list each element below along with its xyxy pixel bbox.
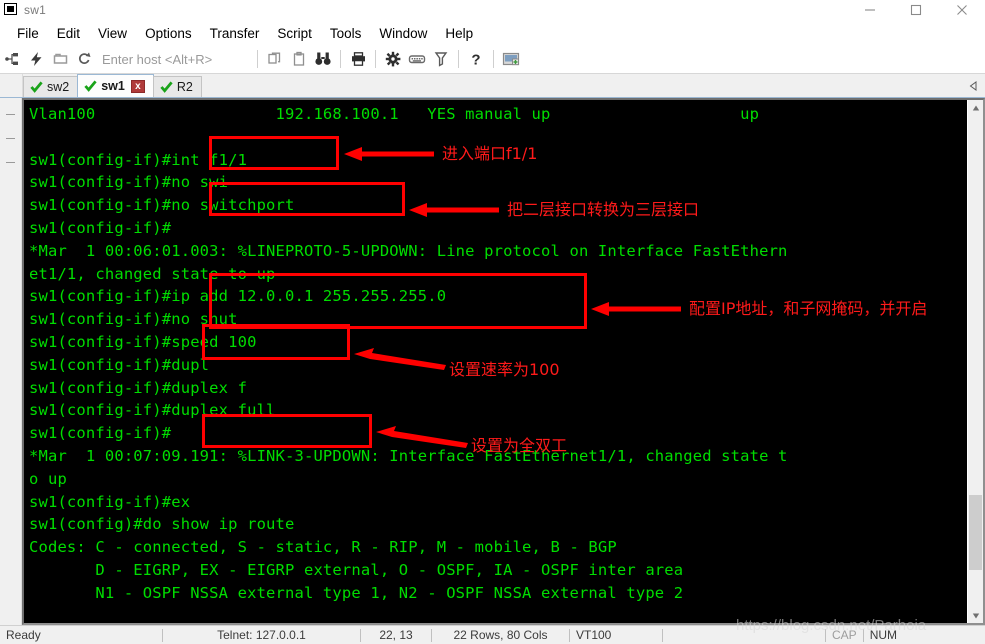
tab-label: sw2 xyxy=(47,80,70,94)
terminal-line: sw1(config-if)#int f1/1 xyxy=(29,150,248,169)
paste-icon[interactable] xyxy=(287,47,311,71)
terminal-line: sw1(config-if)#duplex full xyxy=(29,401,276,420)
tab-label: sw1 xyxy=(101,79,125,93)
maximize-button[interactable] xyxy=(893,0,939,20)
toolbar-divider-5 xyxy=(493,50,494,68)
host-input[interactable]: Enter host <Alt+R> xyxy=(96,52,252,67)
keymap-editor-icon[interactable] xyxy=(405,47,429,71)
triangle-up-icon xyxy=(972,105,979,110)
tab-strip-left-gutter xyxy=(0,74,23,97)
tab-label: R2 xyxy=(176,80,193,94)
terminal-line: o up xyxy=(29,469,67,488)
tab-strip: sw2 sw1 x R2 xyxy=(0,74,985,98)
connect-icon[interactable] xyxy=(0,47,24,71)
tab-sw2[interactable]: sw2 xyxy=(23,76,79,97)
reconnect-icon[interactable] xyxy=(72,47,96,71)
terminal-line: D - EIGRP, EX - EIGRP external, O - OSPF… xyxy=(29,560,684,579)
terminal-line: et1/1, changed state to up xyxy=(29,264,276,283)
terminal-line: sw1(config-if)#ex xyxy=(29,492,191,511)
terminal-line: Vlan100 192.168.100.1 YES manual up up xyxy=(29,105,760,123)
toolbar-divider-4 xyxy=(458,50,459,68)
toolbar-divider-1 xyxy=(257,50,258,68)
scrollbar-thumb[interactable] xyxy=(969,495,982,570)
menu-view[interactable]: View xyxy=(89,24,136,43)
toolbar-divider-2 xyxy=(340,50,341,68)
toolbar: Enter host <Alt+R> ? xyxy=(0,45,985,74)
connected-check-icon xyxy=(30,81,43,93)
terminal-line: Codes: C - connected, S - static, R - RI… xyxy=(29,538,617,557)
toolbar-divider-3 xyxy=(375,50,376,68)
body-area: Vlan100 192.168.100.1 YES manual up up sw… xyxy=(0,98,985,634)
terminal-line: sw1(config-if)#speed 100 xyxy=(29,332,257,351)
menu-edit[interactable]: Edit xyxy=(48,24,89,43)
scroll-down-button[interactable] xyxy=(968,608,983,623)
window-controls xyxy=(847,0,985,20)
terminal-line: N1 - OSPF NSSA external type 1, N2 - OSP… xyxy=(29,583,684,602)
terminal-line: *Mar 1 00:07:09.191: %LINK-3-UPDOWN: Int… xyxy=(29,446,788,465)
tab-sw1[interactable]: sw1 x xyxy=(77,74,154,97)
terminal-line: sw1(config-if)#ip add 12.0.0.1 255.255.2… xyxy=(29,287,447,306)
menu-transfer[interactable]: Transfer xyxy=(201,24,269,43)
triangle-left-icon xyxy=(969,80,977,91)
scroll-up-button[interactable] xyxy=(968,100,983,115)
menu-window[interactable]: Window xyxy=(370,24,436,43)
terminal-line: sw1(config-if)#no swi xyxy=(29,173,229,192)
terminal-vertical-scrollbar[interactable] xyxy=(967,100,983,623)
filter-icon[interactable] xyxy=(429,47,453,71)
menu-bar: File Edit View Options Transfer Script T… xyxy=(0,21,985,45)
menu-help[interactable]: Help xyxy=(436,24,482,43)
status-num-indicator: NUM xyxy=(869,628,898,642)
status-connection: Telnet: 127.0.0.1 xyxy=(217,628,306,642)
status-cursor-position: 22, 13 xyxy=(379,628,413,642)
close-button[interactable] xyxy=(939,0,985,20)
connect-in-tab-icon[interactable] xyxy=(48,47,72,71)
status-ready: Ready xyxy=(6,628,41,642)
terminal-line: sw1(config-if)#dupl xyxy=(29,355,210,374)
connected-check-icon xyxy=(160,81,173,93)
minimize-button[interactable] xyxy=(847,0,893,20)
terminal-line: sw1(config-if)#duplex f xyxy=(29,378,248,397)
help-icon[interactable]: ? xyxy=(464,47,488,71)
title-bar: sw1 xyxy=(0,0,985,21)
window-title: sw1 xyxy=(24,3,46,17)
print-icon[interactable] xyxy=(346,47,370,71)
tab-r2[interactable]: R2 xyxy=(152,76,202,97)
securecrt-window: sw1 File Edit View Options Transfer Scri… xyxy=(0,0,985,644)
connected-check-icon xyxy=(84,80,97,92)
terminal-line: sw1(config-if)# xyxy=(29,424,172,443)
svg-text:?: ? xyxy=(471,52,480,68)
quick-connect-icon[interactable] xyxy=(24,47,48,71)
menu-script[interactable]: Script xyxy=(268,24,321,43)
triangle-down-icon xyxy=(972,613,979,618)
menu-file[interactable]: File xyxy=(8,24,48,43)
terminal-screen[interactable]: Vlan100 192.168.100.1 YES manual up up sw… xyxy=(24,100,967,623)
status-screen-size: 22 Rows, 80 Cols xyxy=(453,628,548,642)
status-bar: Ready Telnet: 127.0.0.1 22, 13 22 Rows, … xyxy=(0,625,985,644)
tab-strip-scroll-left-button[interactable] xyxy=(963,74,985,97)
menu-options[interactable]: Options xyxy=(136,24,201,43)
menu-tools[interactable]: Tools xyxy=(321,24,371,43)
find-icon[interactable] xyxy=(311,47,335,71)
status-cap-indicator: CAP xyxy=(832,628,857,642)
tab-close-button[interactable]: x xyxy=(130,79,145,93)
terminal-frame: Vlan100 192.168.100.1 YES manual up up sw… xyxy=(22,98,985,634)
session-manager-gutter[interactable] xyxy=(0,98,22,625)
copy-icon[interactable] xyxy=(263,47,287,71)
terminal-line: sw1(config-if)#no switchport xyxy=(29,196,295,215)
new-session-icon[interactable] xyxy=(499,47,523,71)
session-options-icon[interactable] xyxy=(381,47,405,71)
app-window-icon xyxy=(3,3,19,17)
status-emulation: VT100 xyxy=(576,628,612,642)
terminal-line: sw1(config-if)#no shut xyxy=(29,310,238,329)
status-blank xyxy=(663,626,825,644)
terminal-line: sw1(config)#do show ip route xyxy=(29,515,295,534)
terminal-line: sw1(config-if)# xyxy=(29,218,172,237)
terminal-line: *Mar 1 00:06:01.003: %LINEPROTO-5-UPDOWN… xyxy=(29,241,788,260)
